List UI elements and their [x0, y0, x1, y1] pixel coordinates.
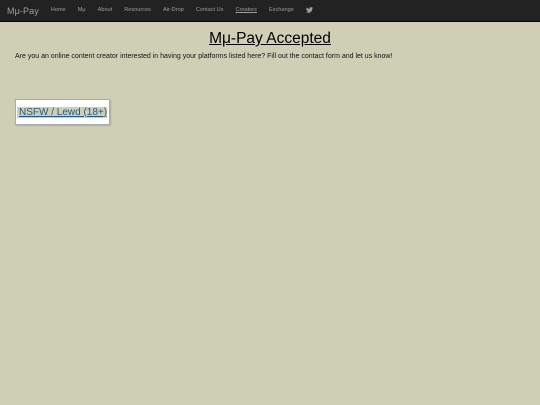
- nav-mu[interactable]: Mμ: [72, 0, 92, 21]
- nav-resources[interactable]: Resources: [118, 0, 157, 21]
- nav-home[interactable]: Home: [45, 0, 72, 21]
- brand-logo[interactable]: Mμ-Pay: [0, 6, 45, 16]
- nav-contact-us[interactable]: Contact Us: [190, 0, 230, 21]
- twitter-icon: [305, 6, 313, 13]
- nav-about[interactable]: About: [92, 0, 119, 21]
- intro-text: Are you an online content creator intere…: [15, 53, 393, 60]
- nsfw-category-link[interactable]: NSFW / Lewd (18+): [17, 106, 108, 118]
- category-card: NSFW / Lewd (18+): [15, 99, 110, 125]
- nav-twitter[interactable]: [300, 0, 319, 21]
- nav-creators[interactable]: Creators: [229, 0, 262, 21]
- nav-exchange[interactable]: Exchange: [263, 0, 300, 21]
- nav-air-drop[interactable]: Air-Drop: [157, 0, 190, 21]
- top-navbar: Mμ-Pay Home Mμ About Resources Air-Drop …: [0, 0, 540, 22]
- page-title: Mμ-Pay Accepted: [209, 30, 331, 47]
